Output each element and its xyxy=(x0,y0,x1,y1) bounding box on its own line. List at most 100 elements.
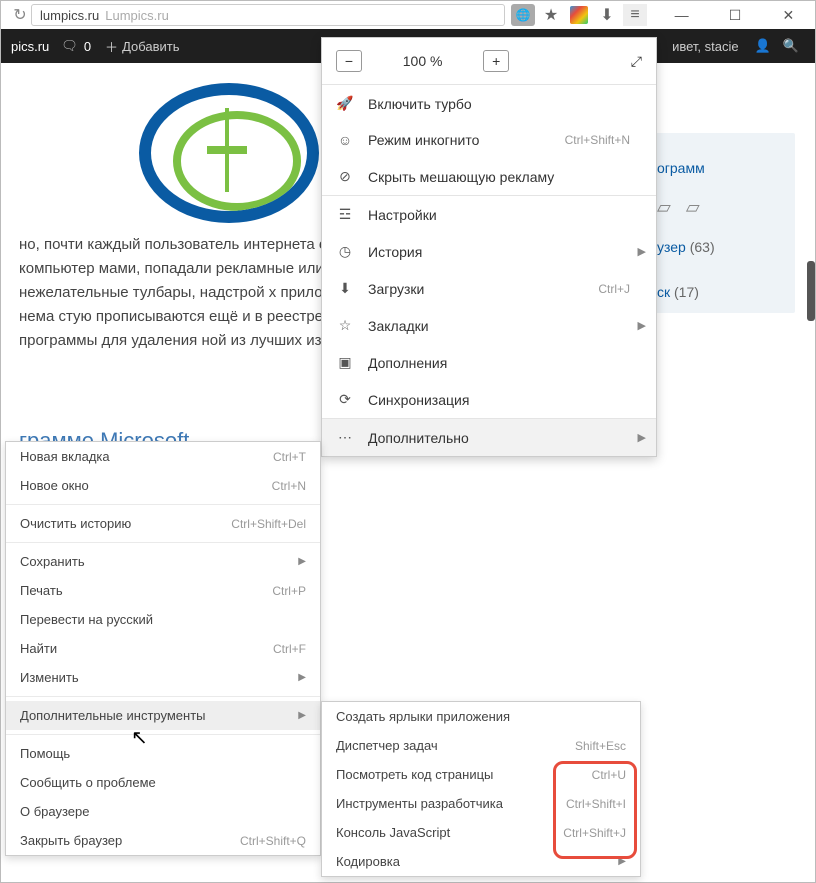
comments-icon[interactable]: 🗨 xyxy=(61,38,78,54)
category-sidebar: ограмм ▱ ▱ узер (63) ск (17) xyxy=(645,133,795,313)
minimize-button[interactable]: — xyxy=(655,1,708,29)
shortcut-label: Ctrl+J xyxy=(598,282,630,296)
maximize-button[interactable]: ☐ xyxy=(708,1,761,29)
user-avatar-icon[interactable]: 👤 xyxy=(755,38,771,54)
menu-save[interactable]: Сохранить ▶ xyxy=(6,547,320,576)
menu-history[interactable]: ◷История▶ xyxy=(322,233,656,270)
label: Очистить историю xyxy=(20,516,131,531)
shortcut-label: Ctrl+F xyxy=(273,642,306,656)
app-logo xyxy=(139,83,319,223)
chevron-right-icon: ▶ xyxy=(298,556,306,567)
shortcut-label: Ctrl+T xyxy=(273,450,306,464)
browser-address-bar: ↻ lumpics.ru Lumpics.ru 🌐 ★ ⬇ ≡ xyxy=(1,1,655,29)
zoom-out-button[interactable]: − xyxy=(336,50,362,72)
label: Закрыть браузер xyxy=(20,833,122,848)
menu-turbo-label: Включить турбо xyxy=(368,96,472,112)
shortcut-label: Shift+Esc xyxy=(575,739,626,753)
label: Помощь xyxy=(20,746,70,761)
label: Изменить xyxy=(20,670,79,685)
menu-quit[interactable]: Закрыть браузерCtrl+Shift+Q xyxy=(6,826,320,855)
menu-create-shortcuts[interactable]: Создать ярлыки приложения xyxy=(322,702,640,731)
zoom-value: 100 % xyxy=(403,53,443,69)
label: Новое окно xyxy=(20,478,89,493)
menu-task-manager[interactable]: Диспетчер задач Shift+Esc xyxy=(322,731,640,760)
menu-bookmarks[interactable]: ☆Закладки▶ xyxy=(322,307,656,344)
comments-count: 0 xyxy=(84,39,91,54)
sidebar-link-disk[interactable]: ск xyxy=(657,284,670,300)
menu-bookmarks-label: Закладки xyxy=(368,318,429,334)
highlight-box xyxy=(553,761,637,859)
menu-new-window[interactable]: Новое окно Ctrl+N xyxy=(6,471,320,500)
label: Диспетчер задач xyxy=(336,738,438,753)
plus-icon: ＋ xyxy=(105,37,118,56)
menu-more[interactable]: ⋯Дополнительно▶ xyxy=(322,419,656,456)
sidebar-link-programs[interactable]: ограмм xyxy=(657,157,783,179)
fullscreen-icon[interactable]: ⤢ xyxy=(631,53,642,70)
address-title: Lumpics.ru xyxy=(105,8,169,23)
label: Кодировка xyxy=(336,854,400,869)
address-right-icons: 🌐 ★ ⬇ ≡ xyxy=(511,4,647,26)
zoom-row: − 100 % + ⤢ xyxy=(322,38,656,84)
translate-icon[interactable]: 🌐 xyxy=(511,4,535,26)
label: Печать xyxy=(20,583,63,598)
shortcut-label: Ctrl+N xyxy=(272,479,306,493)
zoom-in-button[interactable]: + xyxy=(483,50,509,72)
puzzle-icon: ▣ xyxy=(336,354,354,371)
menu-history-label: История xyxy=(368,244,422,260)
sidebar-count-disk: (17) xyxy=(674,284,699,300)
menu-sync[interactable]: ⟳Синхронизация xyxy=(322,381,656,418)
menu-new-tab[interactable]: Новая вкладка Ctrl+T xyxy=(6,442,320,471)
address-input[interactable]: lumpics.ru Lumpics.ru xyxy=(31,4,505,26)
dots-icon: ⋯ xyxy=(336,429,354,446)
browser-menu-button[interactable]: ≡ xyxy=(623,4,647,26)
menu-incognito[interactable]: ☺Режим инкогнитоCtrl+Shift+N xyxy=(322,122,656,158)
menu-about[interactable]: О браузере xyxy=(6,797,320,826)
sync-icon: ⟳ xyxy=(336,391,354,408)
extension-icon[interactable] xyxy=(567,4,591,26)
label: Инструменты разработчика xyxy=(336,796,503,811)
window-controls: — ☐ ✕ xyxy=(655,1,815,29)
menu-downloads-label: Загрузки xyxy=(368,281,424,297)
label: Посмотреть код страницы xyxy=(336,767,493,782)
menu-addons[interactable]: ▣ Дополнения xyxy=(322,344,656,381)
menu-turbo[interactable]: 🚀Включить турбо xyxy=(322,85,656,122)
close-button[interactable]: ✕ xyxy=(762,1,815,29)
menu-print[interactable]: Печать Ctrl+P xyxy=(6,576,320,605)
menu-report[interactable]: Сообщить о проблеме xyxy=(6,768,320,797)
menu-hide-ads-label: Скрыть мешающую рекламу xyxy=(368,169,554,185)
label: Найти xyxy=(20,641,57,656)
downloads-icon[interactable]: ⬇ xyxy=(595,4,619,26)
menu-downloads[interactable]: ⬇ЗагрузкиCtrl+J xyxy=(322,270,656,307)
greeting-text: ивет, stacie xyxy=(672,39,739,54)
label: Консоль JavaScript xyxy=(336,825,450,840)
shortcut-label: Ctrl+P xyxy=(272,584,306,598)
label: Дополнительные инструменты xyxy=(20,708,206,723)
site-name[interactable]: pics.ru xyxy=(11,39,49,54)
menu-hide-ads[interactable]: ⊘ Скрыть мешающую рекламу xyxy=(322,158,656,195)
shortcut-label: Ctrl+Shift+Del xyxy=(231,517,306,531)
menu-incognito-label: Режим инкогнито xyxy=(368,132,479,148)
add-post-button[interactable]: ＋ Добавить xyxy=(105,37,179,56)
vertical-scrollbar-thumb[interactable] xyxy=(807,261,815,321)
secondary-menu: Новая вкладка Ctrl+T Новое окно Ctrl+N Очи… xyxy=(5,441,321,856)
menu-settings[interactable]: ☲Настройки xyxy=(322,196,656,233)
menu-find[interactable]: Найти Ctrl+F xyxy=(6,634,320,663)
label: О браузере xyxy=(20,804,90,819)
sidebar-link-browser[interactable]: узер xyxy=(657,239,686,255)
label: Сообщить о проблеме xyxy=(20,775,156,790)
block-icon: ⊘ xyxy=(336,168,354,185)
menu-clear-history[interactable]: Очистить историю Ctrl+Shift+Del xyxy=(6,509,320,538)
menu-help[interactable]: Помощь xyxy=(6,739,320,768)
chevron-right-icon: ▶ xyxy=(638,245,646,258)
menu-addons-label: Дополнения xyxy=(368,355,447,371)
menu-more-tools[interactable]: Дополнительные инструменты▶ xyxy=(6,701,320,730)
menu-translate[interactable]: Перевести на русский xyxy=(6,605,320,634)
reload-icon[interactable]: ↻ xyxy=(9,4,31,26)
label: Сохранить xyxy=(20,554,85,569)
star-icon: ☆ xyxy=(336,317,354,334)
menu-edit[interactable]: Изменить▶ xyxy=(6,663,320,692)
label: Новая вкладка xyxy=(20,449,110,464)
bookmark-star-icon[interactable]: ★ xyxy=(539,4,563,26)
search-icon[interactable]: 🔍 xyxy=(783,38,799,54)
incognito-icon: ☺ xyxy=(336,132,354,148)
